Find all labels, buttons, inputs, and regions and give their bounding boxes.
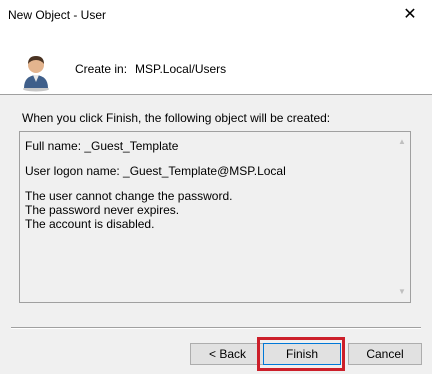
scroll-down-icon[interactable]: ▼ (394, 284, 410, 300)
user-icon (23, 56, 49, 92)
create-in-label: Create in: (75, 62, 128, 76)
cancel-button[interactable]: Cancel (348, 343, 422, 365)
title-bar: New Object - User ✕ (0, 0, 432, 30)
footer-divider (11, 327, 421, 329)
summary-full-name: Full name: _Guest_Template (25, 139, 179, 153)
window-title: New Object - User (8, 8, 107, 22)
scroll-up-icon[interactable]: ▲ (394, 134, 410, 150)
back-button[interactable]: < Back (190, 343, 265, 365)
finish-button[interactable]: Finish (263, 343, 341, 365)
summary-cannot-change: The user cannot change the password. (25, 189, 233, 203)
summary-scrollbar[interactable]: ▲ ▼ (394, 132, 410, 302)
create-in-path: MSP.Local/Users (135, 62, 227, 76)
close-icon[interactable]: ✕ (388, 0, 432, 30)
summary-textbox[interactable]: Full name: _Guest_Template User logon na… (19, 131, 411, 303)
header-divider (0, 94, 432, 95)
intro-text: When you click Finish, the following obj… (22, 111, 331, 125)
dialog-header: Create in: MSP.Local/Users (0, 30, 432, 94)
summary-disabled: The account is disabled. (25, 217, 155, 231)
summary-logon-name: User logon name: _Guest_Template@MSP.Loc… (25, 164, 286, 178)
summary-never-expires: The password never expires. (25, 203, 180, 217)
